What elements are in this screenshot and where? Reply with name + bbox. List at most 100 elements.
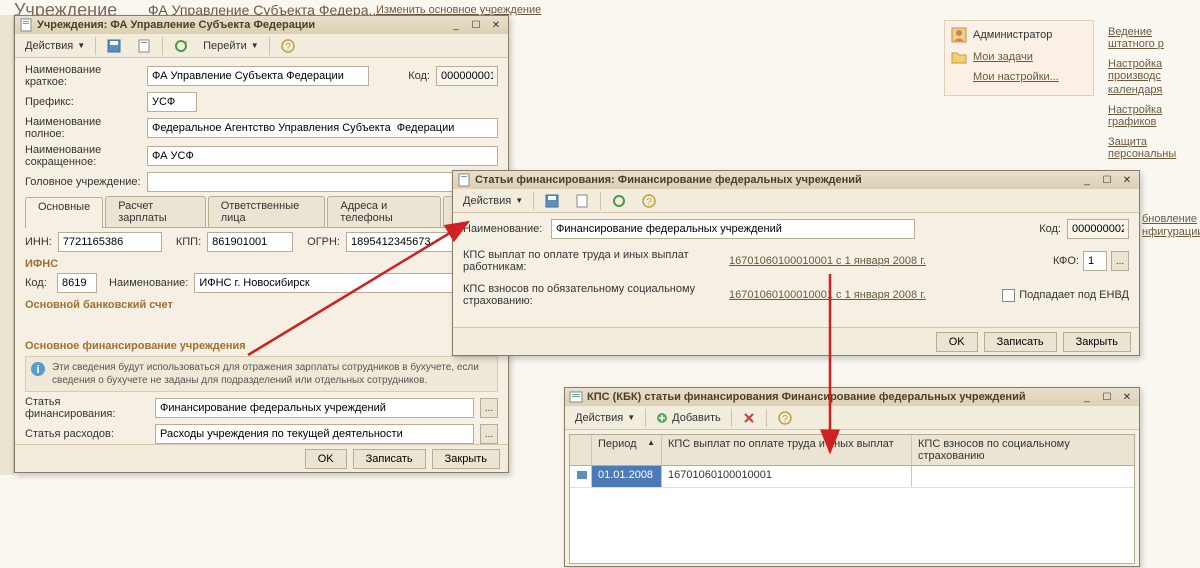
cell-kps-ins[interactable] bbox=[912, 466, 1134, 487]
actions-menu[interactable]: Действия▼ bbox=[457, 193, 529, 209]
tab-main[interactable]: Основные bbox=[25, 197, 103, 228]
maximize-button[interactable]: ☐ bbox=[468, 18, 484, 32]
tab-address[interactable]: Адреса и телефоны bbox=[327, 196, 441, 227]
input-inn[interactable] bbox=[58, 232, 162, 252]
goto-menu[interactable]: Перейти▼ bbox=[197, 38, 265, 54]
input-ifns-code[interactable] bbox=[57, 273, 97, 293]
col-period[interactable]: Период▲ bbox=[592, 435, 662, 465]
input-name-short[interactable] bbox=[147, 66, 369, 86]
link-kps-ins[interactable]: 16701060100010001 с 1 января 2008 г. bbox=[729, 289, 926, 301]
input-name[interactable] bbox=[551, 219, 915, 239]
tab-persons[interactable]: Ответственные лица bbox=[208, 196, 326, 227]
separator bbox=[162, 37, 163, 55]
cell-period[interactable]: 01.01.2008 bbox=[592, 466, 662, 487]
close-button[interactable]: ✕ bbox=[1119, 173, 1135, 187]
left-strip bbox=[0, 15, 14, 475]
label-kps-pay: КПС выплат по оплате труда и иных выплат… bbox=[463, 249, 723, 273]
form-body-org: Наименование краткое: Код: Префикс: Наим… bbox=[15, 58, 508, 454]
label-kpp: КПП: bbox=[176, 236, 201, 248]
doc-icon-button[interactable] bbox=[130, 36, 158, 56]
maximize-button[interactable]: ☐ bbox=[1099, 173, 1115, 187]
input-kfo[interactable] bbox=[1083, 251, 1107, 271]
col-kps-pay[interactable]: КПС выплат по оплате труда и иных выплат bbox=[662, 435, 912, 465]
label-ogrn: ОГРН: bbox=[307, 236, 340, 248]
bg-link-upd[interactable]: бновление bbox=[1142, 213, 1197, 225]
col-kps-ins[interactable]: КПС взносов по социальному страхованию bbox=[912, 435, 1134, 465]
bank-placeholder bbox=[25, 314, 498, 334]
bg-link-cfg[interactable]: нфигурации bbox=[1142, 226, 1200, 238]
section-bank: Основной банковский счет bbox=[25, 299, 498, 311]
close-button[interactable]: ✕ bbox=[1119, 390, 1135, 404]
refresh-icon-button[interactable] bbox=[605, 191, 633, 211]
add-button[interactable]: Добавить bbox=[650, 410, 727, 426]
input-head-org[interactable] bbox=[147, 172, 498, 192]
title-org: Учреждения: ФА Управление Субъекта Федер… bbox=[37, 19, 444, 31]
minimize-button[interactable]: _ bbox=[448, 18, 464, 32]
save-icon-button[interactable] bbox=[100, 36, 128, 56]
titlebar-kps[interactable]: КПС (КБК) статьи финансирования Финансир… bbox=[565, 388, 1139, 406]
svg-text:i: i bbox=[36, 364, 39, 376]
doc-icon-button[interactable] bbox=[568, 191, 596, 211]
ellipsis-button[interactable]: ... bbox=[480, 398, 498, 418]
help-icon-button[interactable]: ? bbox=[771, 408, 799, 428]
window-fin: Статьи финансирования: Финансирование фе… bbox=[452, 170, 1140, 356]
delete-icon-button[interactable] bbox=[736, 409, 762, 427]
rlink-4[interactable]: Защита персональны bbox=[1108, 136, 1198, 160]
rlink-1[interactable]: Настройка производс bbox=[1108, 58, 1198, 82]
label-ifns-name: Наименование: bbox=[109, 277, 188, 289]
chevron-down-icon: ▼ bbox=[627, 413, 635, 422]
refresh-icon-button[interactable] bbox=[167, 36, 195, 56]
close-button[interactable]: Закрыть bbox=[432, 449, 500, 469]
title-kps: КПС (КБК) статьи финансирования Финансир… bbox=[587, 391, 1075, 403]
label-exp-article: Статья расходов: bbox=[25, 428, 149, 440]
label-name-full: Наименование полное: bbox=[25, 116, 141, 140]
input-code[interactable] bbox=[1067, 219, 1129, 239]
input-code[interactable] bbox=[436, 66, 498, 86]
actions-menu[interactable]: Действия▼ bbox=[19, 38, 91, 54]
ok-button[interactable]: OK bbox=[936, 332, 978, 352]
actions-menu[interactable]: Действия▼ bbox=[569, 410, 641, 426]
toolbar-fin: Действия▼ ? bbox=[453, 189, 1139, 213]
link-kps-pay[interactable]: 16701060100010001 с 1 января 2008 г. bbox=[729, 255, 926, 267]
help-icon-button[interactable]: ? bbox=[635, 191, 663, 211]
col-marker[interactable] bbox=[570, 435, 592, 465]
grid-row[interactable]: 01.01.2008 16701060100010001 bbox=[570, 466, 1134, 488]
help-icon-button[interactable]: ? bbox=[274, 36, 302, 56]
input-exp-article[interactable] bbox=[155, 424, 474, 444]
tab-salary[interactable]: Расчет зарплаты bbox=[105, 196, 205, 227]
section-ifns: ИФНС bbox=[25, 258, 498, 270]
titlebar-fin[interactable]: Статьи финансирования: Финансирование фе… bbox=[453, 171, 1139, 189]
input-kpp[interactable] bbox=[207, 232, 293, 252]
label-prefix: Префикс: bbox=[25, 96, 141, 108]
checkbox-envd[interactable] bbox=[1002, 289, 1015, 302]
save-button[interactable]: Записать bbox=[353, 449, 426, 469]
ellipsis-button[interactable]: ... bbox=[1111, 251, 1129, 271]
save-icon-button[interactable] bbox=[538, 191, 566, 211]
rlink-0[interactable]: Ведение штатного р bbox=[1108, 26, 1198, 50]
ok-button[interactable]: OK bbox=[305, 449, 347, 469]
close-button[interactable]: Закрыть bbox=[1063, 332, 1131, 352]
input-prefix[interactable] bbox=[147, 92, 197, 112]
ellipsis-button[interactable]: ... bbox=[480, 424, 498, 444]
svg-text:?: ? bbox=[285, 42, 291, 53]
rlink-2[interactable]: календаря bbox=[1108, 84, 1198, 96]
my-settings-link[interactable]: Мои настройки... bbox=[973, 71, 1059, 83]
maximize-button[interactable]: ☐ bbox=[1099, 390, 1115, 404]
cell-kps-pay[interactable]: 16701060100010001 bbox=[662, 466, 912, 487]
minimize-button[interactable]: _ bbox=[1079, 390, 1095, 404]
titlebar-org[interactable]: Учреждения: ФА Управление Субъекта Федер… bbox=[15, 16, 508, 34]
doc-icon bbox=[457, 173, 471, 187]
rlink-3[interactable]: Настройка графиков bbox=[1108, 104, 1198, 128]
input-name-full[interactable] bbox=[147, 118, 498, 138]
close-button[interactable]: ✕ bbox=[488, 18, 504, 32]
grid-container: Период▲ КПС выплат по оплате труда и ины… bbox=[565, 430, 1139, 568]
info-icon: i bbox=[30, 361, 46, 377]
label-head-org: Головное учреждение: bbox=[25, 176, 141, 188]
label-code: Код: bbox=[1039, 223, 1061, 235]
my-tasks-link[interactable]: Мои задачи bbox=[973, 51, 1033, 63]
input-fin-article[interactable] bbox=[155, 398, 474, 418]
minimize-button[interactable]: _ bbox=[1079, 173, 1095, 187]
doc-icon bbox=[19, 18, 33, 32]
input-name-abbr[interactable] bbox=[147, 146, 498, 166]
save-button[interactable]: Записать bbox=[984, 332, 1057, 352]
